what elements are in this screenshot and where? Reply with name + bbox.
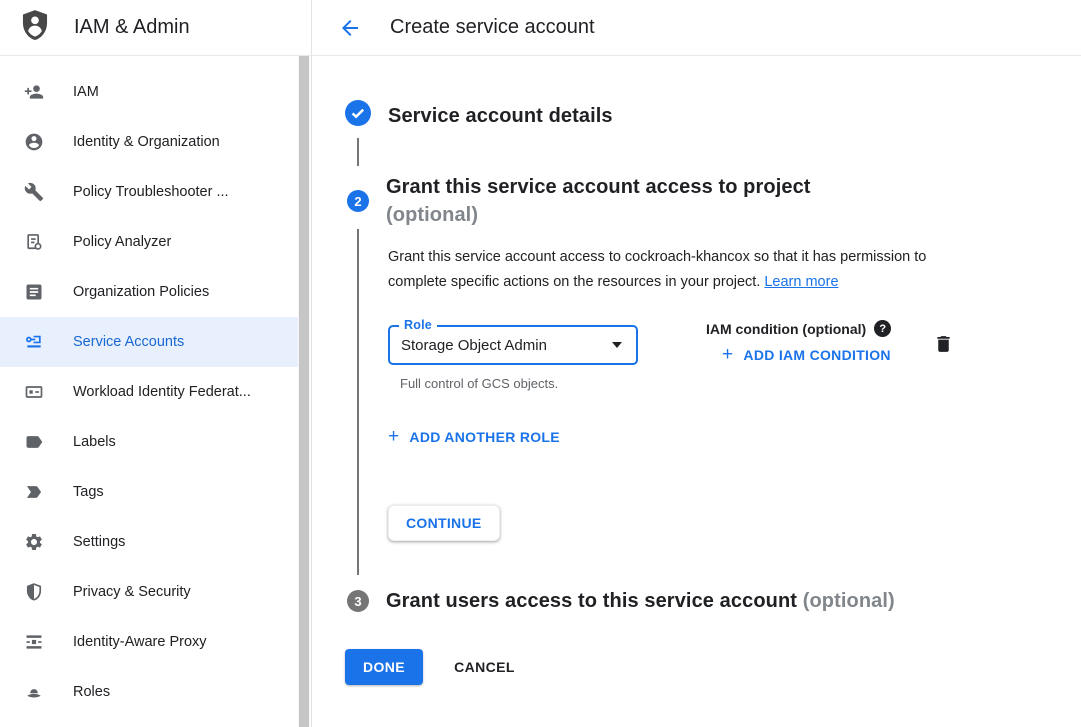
brand-header: IAM & Admin — [0, 0, 312, 56]
continue-button[interactable]: CONTINUE — [388, 505, 500, 541]
step2-optional-text: (optional) — [386, 201, 811, 229]
sidebar-item-policy-troubleshooter[interactable]: Policy Troubleshooter ... — [0, 167, 298, 217]
step2-header: 2 Grant this service account access to p… — [345, 173, 1081, 229]
step1-title: Service account details — [388, 102, 613, 130]
sidebar-item-label: Policy Troubleshooter ... — [73, 184, 229, 200]
sidebar-item-label: Tags — [73, 484, 104, 500]
role-helper-text: Full control of GCS objects. — [388, 376, 638, 391]
back-arrow-icon[interactable] — [337, 15, 363, 41]
hat-icon — [24, 682, 44, 702]
sidebar-item-tags[interactable]: Tags — [0, 467, 298, 517]
iam-condition-group: IAM condition (optional) ? + ADD IAM CON… — [706, 320, 891, 365]
step-connector-line — [357, 138, 359, 166]
step1-complete-check-icon — [345, 100, 371, 131]
gear-icon — [24, 532, 44, 552]
sidebar-item-label: Settings — [73, 534, 125, 550]
sidebar-item-roles[interactable]: Roles — [0, 667, 298, 717]
learn-more-link[interactable]: Learn more — [764, 274, 838, 290]
sidebar-item-settings[interactable]: Settings — [0, 517, 298, 567]
step2-body: Grant this service account access to coc… — [357, 229, 1081, 575]
sidebar-item-label: Privacy & Security — [73, 584, 191, 600]
help-icon[interactable]: ? — [874, 320, 891, 337]
page-topbar: Create service account — [312, 0, 1081, 56]
iam-admin-sidebar: IAM Identity & Organization Policy Troub… — [0, 56, 312, 727]
proxy-icon — [24, 632, 44, 652]
step2-title-text: Grant this service account access to pro… — [386, 176, 811, 198]
account-circle-icon — [24, 132, 44, 152]
sidebar-item-label: Identity-Aware Proxy — [73, 634, 207, 650]
step2-number-badge: 2 — [347, 190, 369, 212]
add-iam-condition-button[interactable]: + ADD IAM CONDITION — [722, 345, 891, 364]
sidebar-item-policy-analyzer[interactable]: Policy Analyzer — [0, 217, 298, 267]
role-row: Role Storage Object Admin Full control o… — [388, 325, 1081, 391]
page-title: Create service account — [390, 16, 595, 39]
step3-header: 3 Grant users access to this service acc… — [345, 587, 1081, 615]
product-title: IAM & Admin — [74, 16, 190, 39]
service-account-key-icon — [24, 332, 44, 352]
plus-icon: + — [722, 345, 733, 364]
sidebar-item-label: Roles — [73, 684, 110, 700]
tag-arrow-icon — [24, 482, 44, 502]
sidebar-item-label: Workload Identity Federat... — [73, 384, 251, 400]
sidebar-item-workload-identity-federation[interactable]: Workload Identity Federat... — [0, 367, 298, 417]
sidebar-item-service-accounts[interactable]: Service Accounts — [0, 317, 298, 367]
role-selected-value: Storage Object Admin — [401, 337, 547, 354]
document-gear-icon — [24, 232, 44, 252]
step3-number-badge: 3 — [347, 590, 369, 612]
plus-icon: + — [388, 427, 399, 446]
wrench-icon — [24, 182, 44, 202]
sidebar-item-organization-policies[interactable]: Organization Policies — [0, 267, 298, 317]
step1-header: Service account details — [345, 100, 1081, 131]
article-icon — [24, 282, 44, 302]
add-iam-condition-label: ADD IAM CONDITION — [743, 347, 890, 363]
role-select[interactable]: Role Storage Object Admin — [388, 325, 638, 365]
cancel-button[interactable]: CANCEL — [454, 659, 515, 675]
person-add-icon — [24, 82, 44, 102]
step2-description: Grant this service account access to coc… — [388, 245, 980, 295]
dropdown-caret-icon — [612, 342, 622, 348]
iam-condition-label: IAM condition (optional) — [706, 321, 866, 337]
trash-icon — [933, 333, 954, 355]
sidebar-item-label: Labels — [73, 434, 116, 450]
role-field-label: Role — [399, 318, 437, 332]
iam-condition-header: IAM condition (optional) ? — [706, 320, 891, 337]
iam-shield-logo-icon — [18, 7, 52, 48]
sidebar-item-labels[interactable]: Labels — [0, 417, 298, 467]
delete-role-button[interactable] — [933, 333, 954, 358]
sidebar-item-label: Policy Analyzer — [73, 234, 171, 250]
sidebar-scrollbar-track — [298, 56, 310, 727]
sidebar-item-privacy-security[interactable]: Privacy & Security — [0, 567, 298, 617]
sidebar-item-iam[interactable]: IAM — [0, 67, 298, 117]
step3-title: Grant users access to this service accou… — [386, 587, 895, 615]
create-service-account-form: Service account details 2 Grant this ser… — [312, 56, 1081, 727]
add-another-role-label: ADD ANOTHER ROLE — [409, 429, 560, 445]
add-another-role-button[interactable]: + ADD ANOTHER ROLE — [388, 427, 560, 446]
sidebar-item-identity-organization[interactable]: Identity & Organization — [0, 117, 298, 167]
sidebar-item-identity-aware-proxy[interactable]: Identity-Aware Proxy — [0, 617, 298, 667]
sidebar-item-label: Service Accounts — [73, 334, 184, 350]
form-actions: DONE CANCEL — [345, 649, 1081, 685]
step3-title-text: Grant users access to this service accou… — [386, 590, 797, 612]
step2-title: Grant this service account access to pro… — [386, 173, 811, 229]
done-button[interactable]: DONE — [345, 649, 423, 685]
sidebar-scrollbar-handle[interactable] — [299, 56, 309, 727]
label-tag-icon — [24, 432, 44, 452]
shield-icon — [24, 582, 44, 602]
step3-optional-text: (optional) — [803, 590, 895, 612]
badge-card-icon — [24, 382, 44, 402]
role-field-group: Role Storage Object Admin Full control o… — [388, 325, 638, 391]
sidebar-item-label: IAM — [73, 84, 99, 100]
sidebar-item-label: Identity & Organization — [73, 134, 220, 150]
sidebar-item-label: Organization Policies — [73, 284, 209, 300]
step2-description-text: Grant this service account access to coc… — [388, 249, 926, 290]
iam-create-service-account-page: IAM & Admin Create service account IAM I… — [0, 0, 1081, 727]
